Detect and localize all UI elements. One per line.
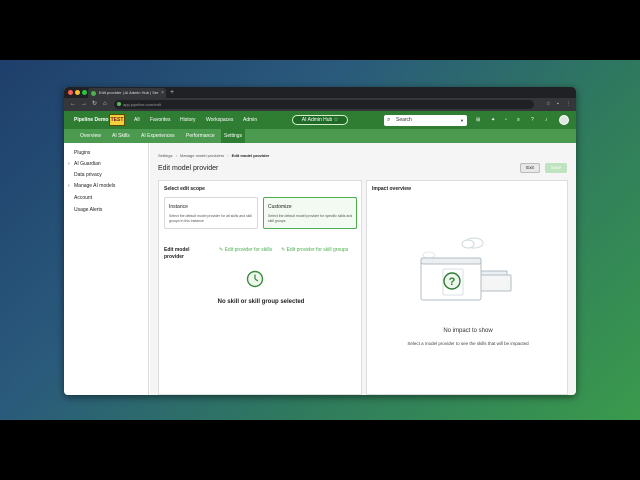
minimize-window-button[interactable] xyxy=(75,90,80,95)
scope-card-description: Select the default model provider for sp… xyxy=(268,214,353,223)
search-input[interactable]: ⌕ Search ▼ xyxy=(384,115,467,126)
new-tab-button[interactable]: + xyxy=(170,87,174,98)
cloud-icon xyxy=(422,251,436,259)
star-icon: ☆ xyxy=(333,117,339,123)
logo: TEST xyxy=(109,114,125,126)
bell-icon[interactable]: ♪ xyxy=(545,116,548,124)
url-field[interactable]: app.pipeline.com/edit xyxy=(114,100,534,109)
tab-settings[interactable]: Settings xyxy=(221,129,246,143)
page-title: Edit model provider xyxy=(158,165,219,172)
extensions-icon[interactable]: ▪ xyxy=(557,100,559,109)
edit-scope-heading: Select edit scope xyxy=(164,186,205,192)
browser-menu-icon[interactable]: ⋮ xyxy=(566,100,571,109)
nav-history[interactable]: History xyxy=(180,116,196,124)
sidebar-item-manage-ai-models[interactable]: Manage AI models xyxy=(74,182,115,190)
scope-card-title: Customize xyxy=(268,204,292,210)
save-button[interactable]: Save xyxy=(545,163,567,173)
edit-scope-panel: Select edit scope Instance Select the de… xyxy=(158,180,362,395)
back-icon[interactable]: ← xyxy=(70,100,76,109)
edit-provider-for-skill-groups-label: Edit provider for skill groups xyxy=(286,247,349,253)
scope-card-customize[interactable]: Customize Select the default model provi… xyxy=(263,197,357,229)
nav-admin[interactable]: Admin xyxy=(243,116,257,124)
sidebar-item-account[interactable]: Account xyxy=(74,194,92,202)
edit-provider-for-skill-groups-link[interactable]: ✎ Edit provider for skill groups xyxy=(281,247,348,254)
breadcrumb-settings[interactable]: Settings xyxy=(158,153,172,158)
site-secure-icon xyxy=(117,102,121,106)
breadcrumb-separator: › xyxy=(175,153,177,158)
address-bar-row: ← → ↻ ⌂ app.pipeline.com/edit ☆ ▪ ⋮ xyxy=(64,98,576,111)
chat-icon[interactable]: ◔ xyxy=(504,116,507,124)
sub-navigation: Overview AI Skills AI Experiences Perfor… xyxy=(64,129,576,143)
empty-impact-illustration: ? xyxy=(420,237,512,301)
browser-window: Edit provider | AI Admin Hub | Ser × + ←… xyxy=(64,87,576,395)
nav-workspaces[interactable]: Workspaces xyxy=(206,116,233,124)
tab-ai-experiences[interactable]: AI Experiences xyxy=(138,129,178,143)
ai-admin-hub-pill[interactable]: AI Admin Hub ☆ xyxy=(292,115,348,125)
edit-model-provider-label: Edit model provider xyxy=(164,247,190,260)
no-impact-description: Select a model provider to see the skill… xyxy=(407,341,529,346)
sidebar-item-data-privacy[interactable]: Data privacy xyxy=(74,171,102,179)
sidebar-item-ai-guardian[interactable]: AI Guardian xyxy=(74,160,101,168)
svg-text:?: ? xyxy=(449,276,456,288)
close-window-button[interactable] xyxy=(68,90,73,95)
help-icon[interactable]: ? xyxy=(531,116,534,124)
settings-sidebar: Plugins › AI Guardian Data privacy › Man… xyxy=(64,143,149,395)
sidebar-item-plugins[interactable]: Plugins xyxy=(74,149,90,157)
avatar[interactable] xyxy=(559,115,569,125)
edit-provider-for-skills-link[interactable]: ✎ Edit provider for skills xyxy=(219,247,272,254)
maximize-window-button[interactable] xyxy=(82,90,87,95)
nav-all[interactable]: All xyxy=(134,116,140,124)
clock-icon xyxy=(246,270,264,288)
brand-name[interactable]: Pipeline Demo xyxy=(74,116,108,124)
nav-favorites[interactable]: Favorites xyxy=(150,116,171,124)
no-impact-title: No impact to show xyxy=(443,328,493,334)
chevron-right-icon[interactable]: › xyxy=(68,160,70,168)
breadcrumb: Settings › Manage model providers › Edit… xyxy=(158,153,269,159)
app-header: Pipeline Demo TEST All Favorites History… xyxy=(64,111,576,129)
url-text: app.pipeline.com/edit xyxy=(123,102,161,107)
search-icon: ⌕ xyxy=(387,117,391,123)
bookmark-star-icon[interactable]: ☆ xyxy=(546,100,550,109)
breadcrumb-separator: › xyxy=(227,153,229,158)
edit-provider-for-skills-label: Edit provider for skills xyxy=(224,247,273,253)
close-tab-icon[interactable]: × xyxy=(161,88,164,98)
sidebar-item-usage-alerts[interactable]: Usage Alerts xyxy=(74,206,102,214)
scope-card-title: Instance xyxy=(169,204,188,210)
main-content: Settings › Manage model providers › Edit… xyxy=(150,143,576,395)
impact-overview-panel: Impact overview ? No impact to show Sele… xyxy=(366,180,568,395)
browser-tab[interactable]: Edit provider | AI Admin Hub | Ser × xyxy=(88,88,166,98)
hub-label: AI Admin Hub xyxy=(301,117,333,123)
pencil-icon: ✎ xyxy=(281,247,286,253)
tab-overview[interactable]: Overview xyxy=(77,129,104,143)
sparkle-icon[interactable]: ✦ xyxy=(491,116,495,124)
grid-icon[interactable]: ⊞ xyxy=(476,116,480,124)
chevron-down-icon: ▼ xyxy=(460,118,464,123)
scope-card-instance[interactable]: Instance Select the default model provid… xyxy=(164,197,258,229)
reload-icon[interactable]: ↻ xyxy=(92,100,97,109)
search-placeholder: Search xyxy=(396,117,412,123)
forward-icon[interactable]: → xyxy=(81,100,87,109)
favicon-icon xyxy=(91,91,96,96)
tab-performance[interactable]: Performance xyxy=(183,129,218,143)
exit-button[interactable]: Exit xyxy=(520,163,540,173)
question-icon: ? xyxy=(443,272,461,290)
scope-card-description: Select the default model provider for al… xyxy=(169,214,252,223)
browser-tab-bar: Edit provider | AI Admin Hub | Ser × + xyxy=(64,87,576,98)
browser-tab-title: Edit provider | AI Admin Hub | Ser xyxy=(99,90,159,95)
tab-ai-skills[interactable]: AI Skills xyxy=(109,129,133,143)
chevron-right-icon[interactable]: › xyxy=(68,182,70,190)
breadcrumb-manage-model-providers[interactable]: Manage model providers xyxy=(180,153,224,158)
pencil-icon: ✎ xyxy=(219,247,224,253)
list-icon[interactable]: ≡ xyxy=(517,116,520,124)
breadcrumb-current: Edit model provider xyxy=(231,153,270,158)
impact-overview-heading: Impact overview xyxy=(372,186,411,192)
home-icon[interactable]: ⌂ xyxy=(103,100,107,109)
cloud-icon xyxy=(461,237,484,249)
empty-state-text: No skill or skill group selected xyxy=(217,299,305,305)
